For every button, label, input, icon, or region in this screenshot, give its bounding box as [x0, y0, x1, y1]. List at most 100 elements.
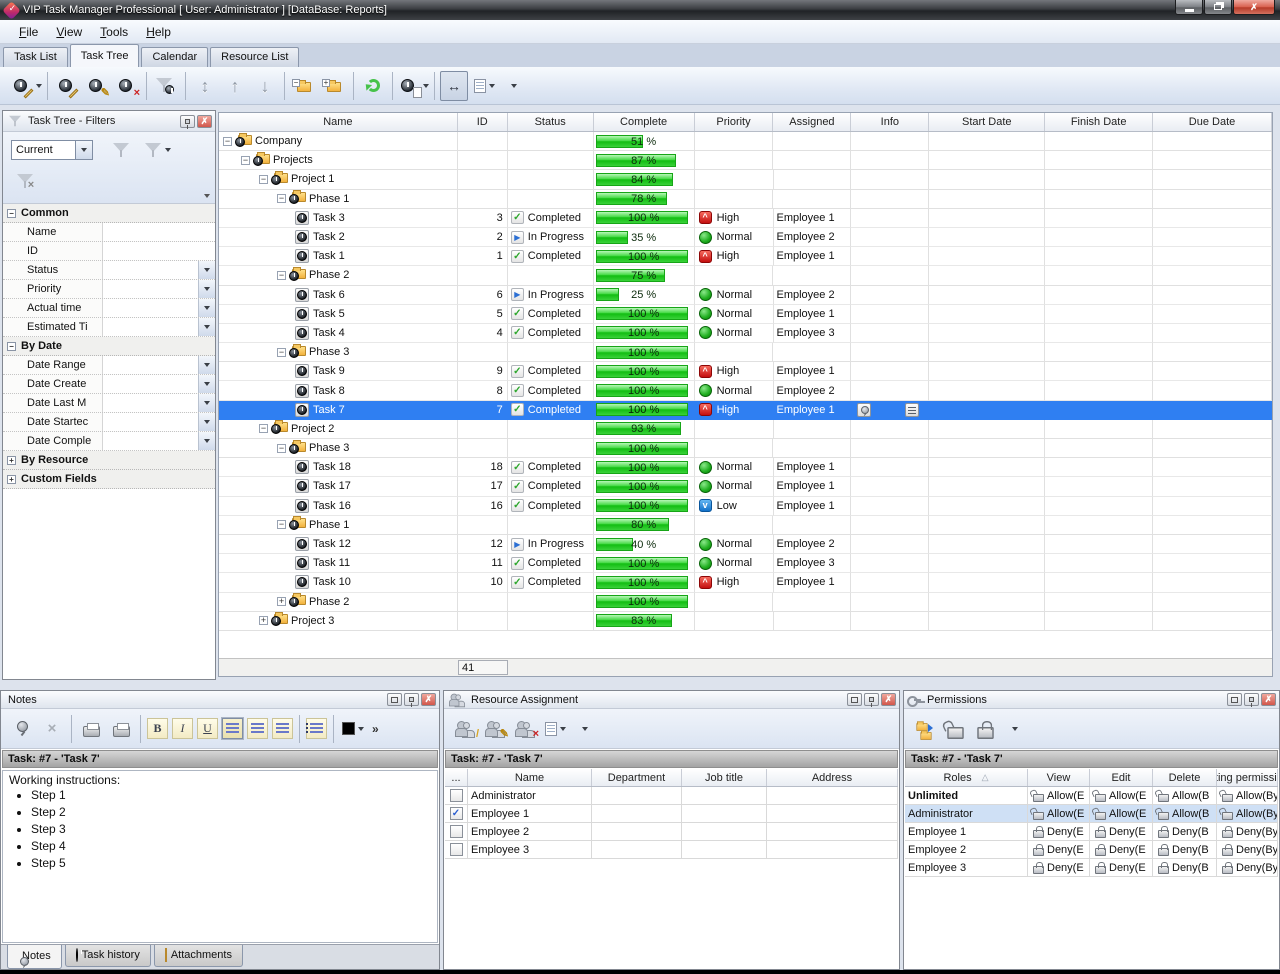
column-header-assigned[interactable]: Assigned	[773, 113, 851, 131]
close-panel-button[interactable]: ✗	[421, 693, 436, 706]
deny-permission-button[interactable]	[971, 714, 999, 744]
expand-all-button[interactable]: +	[320, 71, 348, 101]
italic-button[interactable]: I	[172, 718, 193, 739]
align-center-button[interactable]	[247, 718, 268, 739]
tree-row-task-17[interactable]: Task 1717✓Completed100 %NormalEmployee 1	[219, 477, 1272, 496]
font-color-button[interactable]	[339, 714, 367, 744]
filter-field-dropdown[interactable]	[198, 413, 215, 431]
restore-panel-button[interactable]	[847, 693, 862, 706]
tab-task-list[interactable]: Task List	[3, 47, 68, 67]
filter-field-value[interactable]	[103, 413, 198, 431]
filter-field-value[interactable]	[103, 242, 215, 260]
refresh-button[interactable]	[359, 71, 387, 101]
tree-row-task-18[interactable]: Task 1818✓Completed100 %NormalEmployee 1	[219, 458, 1272, 477]
new-task-button[interactable]	[11, 71, 42, 101]
collapse-icon[interactable]: −	[7, 342, 16, 351]
toolbar-more-button[interactable]: »	[372, 722, 379, 736]
permission-row-administrator[interactable]: AdministratorAllow(EAllow(EAllow(BAllow(…	[905, 805, 1278, 823]
column-header-edit[interactable]: Edit	[1090, 769, 1153, 786]
underline-button[interactable]: U	[197, 718, 218, 739]
pin-panel-button[interactable]	[404, 693, 419, 706]
inherit-permissions-button[interactable]	[911, 714, 939, 744]
notes-editor[interactable]: Working instructions: Step 1Step 2Step 3…	[2, 770, 438, 943]
expand-icon[interactable]: +	[259, 616, 268, 625]
permission-row-unlimited[interactable]: UnlimitedAllow(EAllow(EAllow(BAllow(By	[905, 787, 1278, 805]
grid-view-button[interactable]	[470, 71, 498, 101]
align-left-button[interactable]	[222, 718, 243, 739]
assignment-checkbox[interactable]	[450, 825, 463, 838]
bold-button[interactable]: B	[147, 718, 168, 739]
tree-row-projects[interactable]: −Projects87 %	[219, 151, 1272, 170]
column-header-view[interactable]: View	[1028, 769, 1090, 786]
tree-row-task-3[interactable]: Task 33✓Completed100 %^HighEmployee 1	[219, 209, 1272, 228]
collapse-all-button[interactable]: −	[290, 71, 318, 101]
panel-splitter[interactable]	[900, 690, 903, 970]
column-header-info[interactable]: Info	[851, 113, 929, 131]
filter-tasks-button[interactable]	[152, 71, 180, 101]
filter-field-dropdown[interactable]	[198, 261, 215, 279]
collapse-icon[interactable]: −	[277, 348, 286, 357]
combobox-dropdown-button[interactable]	[75, 141, 92, 159]
filter-group-by-resource[interactable]: +By Resource	[3, 451, 215, 470]
assignment-checkbox[interactable]	[450, 789, 463, 802]
restore-panel-button[interactable]	[387, 693, 402, 706]
tree-row-task-4[interactable]: Task 44✓Completed100 %NormalEmployee 3	[219, 324, 1272, 343]
tab-notes[interactable]: Notes	[7, 945, 62, 969]
expand-collapse-button[interactable]: ↕	[191, 71, 219, 101]
column-header-priority[interactable]: Priority	[695, 113, 774, 131]
filter-group-by-date[interactable]: −By Date	[3, 337, 215, 356]
expand-icon[interactable]: +	[7, 475, 16, 484]
permission-row-employee-1[interactable]: Employee 1Deny(EDeny(EDeny(BDeny(By	[905, 823, 1278, 841]
fit-columns-toggle[interactable]: ↔	[440, 71, 468, 101]
tree-row-phase-3[interactable]: −Phase 3100 %	[219, 439, 1272, 458]
collapse-icon[interactable]: −	[241, 156, 250, 165]
permission-row-employee-2[interactable]: Employee 2Deny(EDeny(EDeny(BDeny(By	[905, 841, 1278, 859]
filter-field-dropdown[interactable]	[198, 318, 215, 336]
restore-panel-button[interactable]	[1227, 693, 1242, 706]
filter-field-value[interactable]	[103, 261, 198, 279]
collapse-icon[interactable]: −	[277, 444, 286, 453]
menu-file[interactable]: File	[10, 22, 47, 42]
collapse-icon[interactable]: −	[277, 520, 286, 529]
pin-panel-button[interactable]	[180, 115, 195, 128]
tree-row-task-8[interactable]: Task 88✓Completed100 %NormalEmployee 2	[219, 381, 1272, 400]
close-panel-button[interactable]: ✗	[881, 693, 896, 706]
menu-help[interactable]: Help	[137, 22, 180, 42]
tree-row-phase-1[interactable]: −Phase 178 %	[219, 190, 1272, 209]
tab-resource-list[interactable]: Resource List	[210, 47, 299, 67]
filter-group-custom-fields[interactable]: +Custom Fields	[3, 470, 215, 489]
move-down-button[interactable]: ↓	[251, 71, 279, 101]
pin-panel-button[interactable]	[1244, 693, 1259, 706]
filters-toolbar-overflow[interactable]	[204, 194, 210, 198]
save-filter-button[interactable]	[143, 137, 171, 163]
menu-view[interactable]: View	[47, 22, 91, 42]
delete-note-button[interactable]: ×	[38, 714, 66, 744]
align-right-button[interactable]	[272, 718, 293, 739]
assign-resource-button[interactable]: /	[451, 714, 479, 744]
filter-field-value[interactable]	[103, 280, 198, 298]
remove-assignment-button[interactable]: ×	[511, 714, 539, 744]
column-header-finish-date[interactable]: Finish Date	[1045, 113, 1153, 131]
tree-row-task-16[interactable]: Task 1616✓Completed100 %vLowEmployee 1	[219, 497, 1272, 516]
column-header-delete[interactable]: Delete	[1153, 769, 1217, 786]
filter-field-dropdown[interactable]	[198, 375, 215, 393]
column-header-department[interactable]: Department	[592, 769, 682, 786]
tab-calendar[interactable]: Calendar	[141, 47, 208, 67]
filter-field-value[interactable]	[103, 318, 198, 336]
tree-row-task-10[interactable]: Task 1010✓Completed100 %^HighEmployee 1	[219, 573, 1272, 592]
print-preview-button[interactable]	[77, 714, 105, 744]
tree-row-phase-2[interactable]: −Phase 275 %	[219, 266, 1272, 285]
column-header-status[interactable]: Status	[508, 113, 594, 131]
filter-field-value[interactable]	[103, 394, 198, 412]
column-header-name[interactable]: Name	[468, 769, 592, 786]
tree-row-company[interactable]: −Company51 %	[219, 132, 1272, 151]
filter-field-value[interactable]	[103, 432, 198, 450]
tree-row-task-11[interactable]: Task 1111✓Completed100 %NormalEmployee 3	[219, 554, 1272, 573]
filter-group-common[interactable]: −Common	[3, 204, 215, 223]
tree-row-task-12[interactable]: Task 1212▶In Progress40 %NormalEmployee …	[219, 535, 1272, 554]
tree-row-phase-1[interactable]: −Phase 180 %	[219, 516, 1272, 535]
tree-row-project-3[interactable]: +Project 383 %	[219, 612, 1272, 631]
collapse-icon[interactable]: −	[7, 209, 16, 218]
column-header-id[interactable]: ID	[458, 113, 508, 131]
toolbar-overflow[interactable]	[500, 71, 528, 101]
